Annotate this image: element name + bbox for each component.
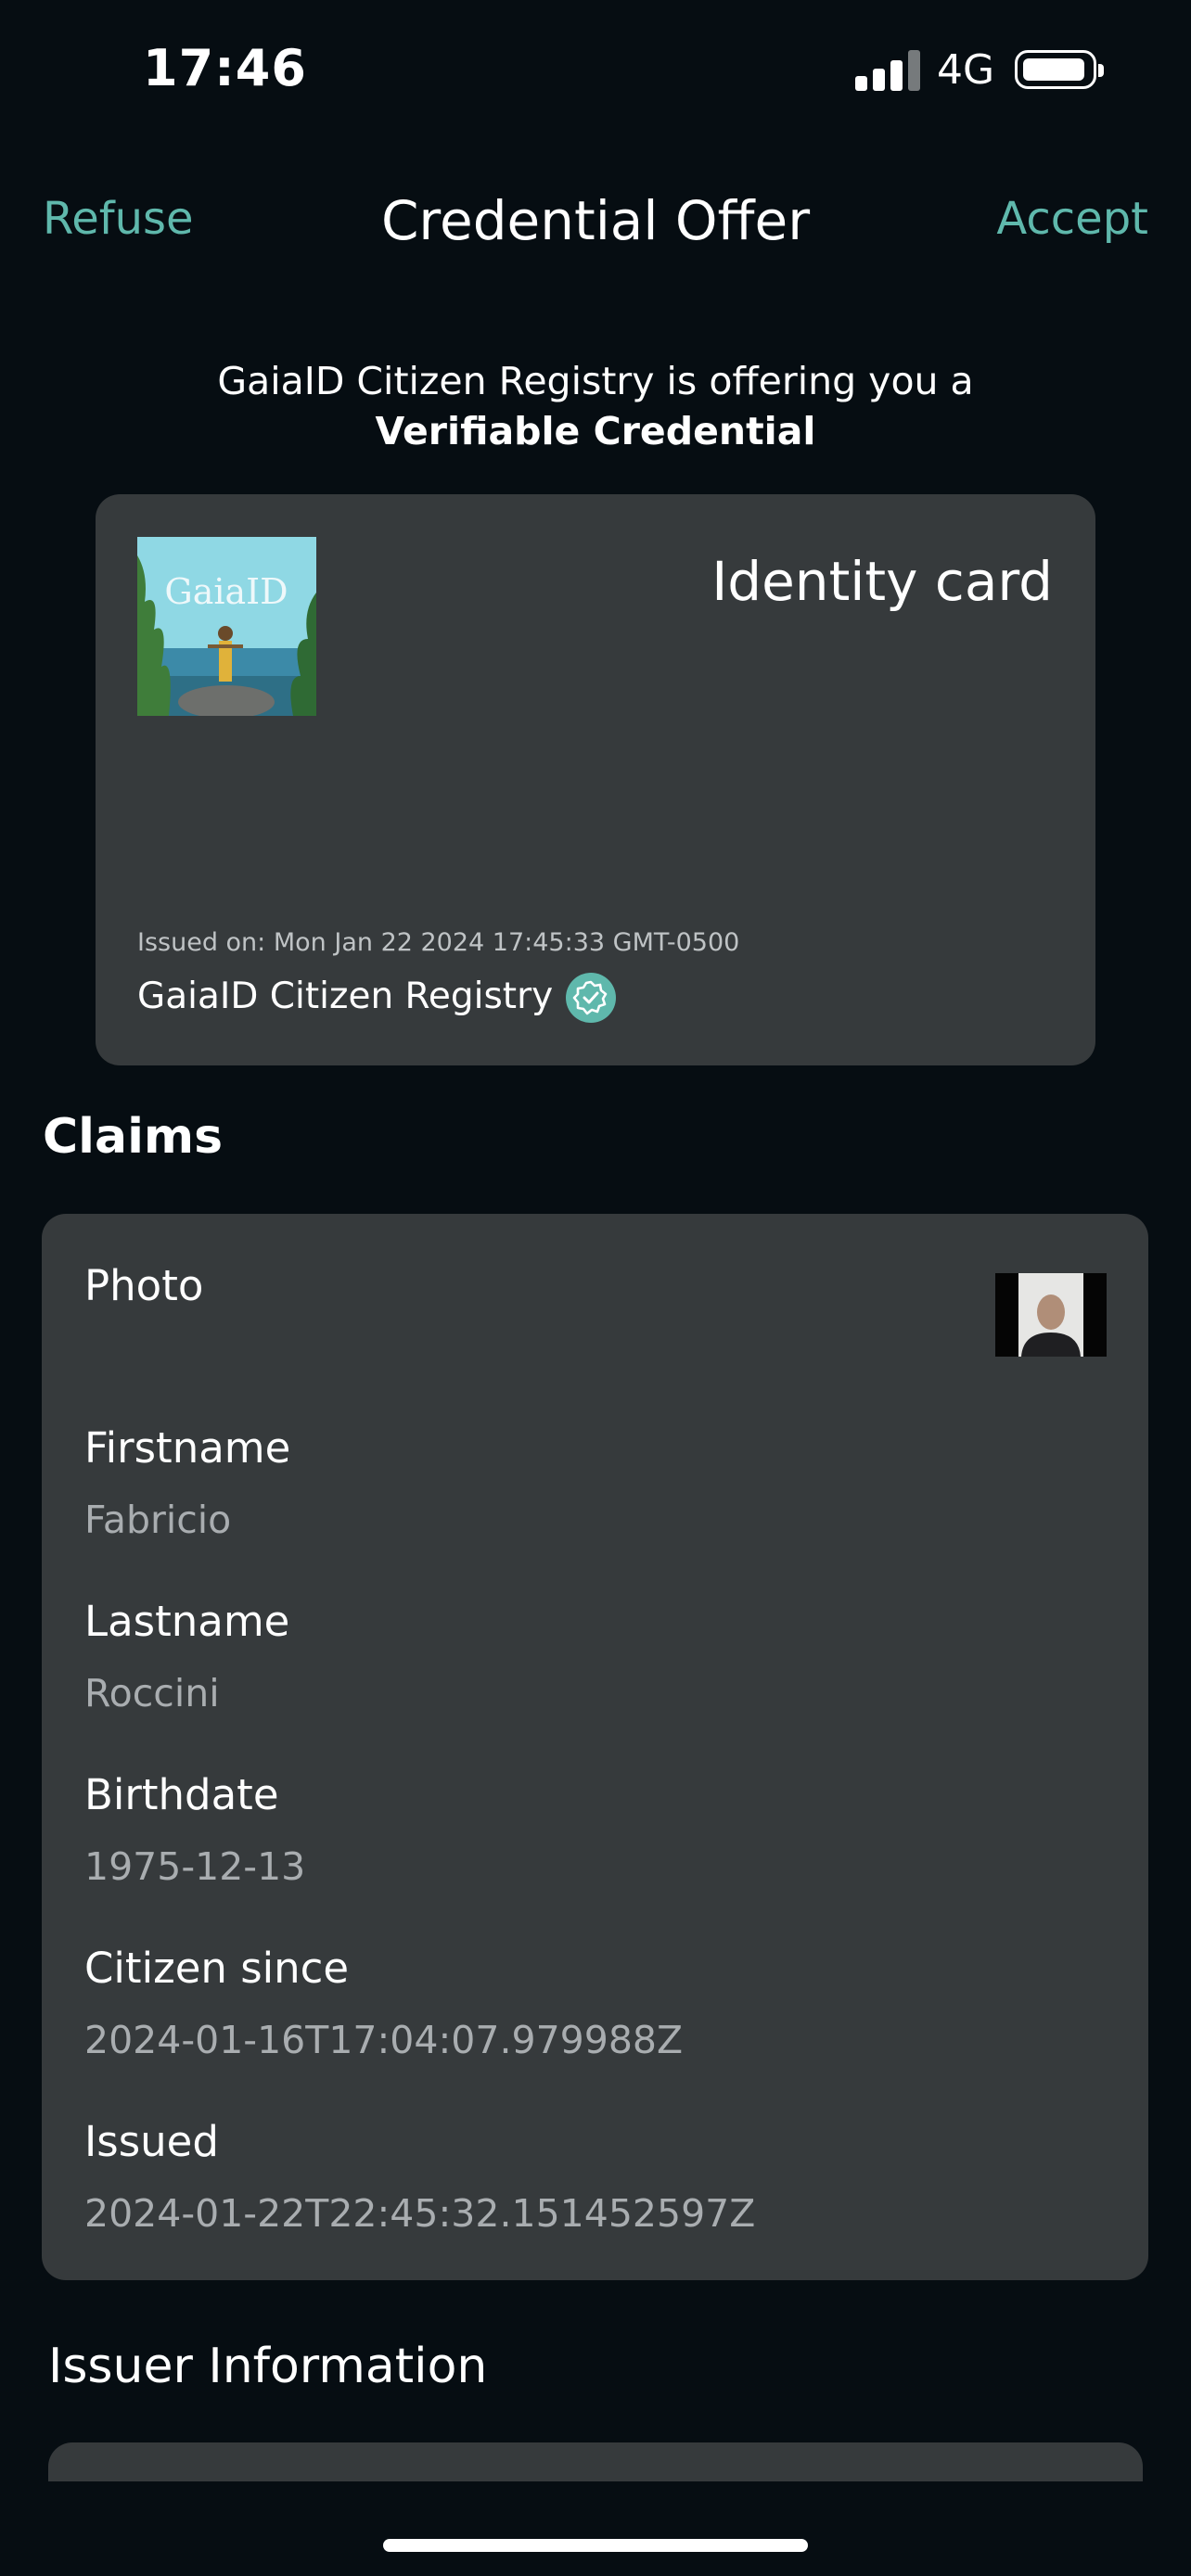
claim-value: 1975-12-13 (84, 1844, 306, 1889)
offer-line: GaiaID Citizen Registry is offering you … (217, 359, 974, 403)
network-type: 4G (937, 46, 995, 94)
claim-value: 2024-01-16T17:04:07.979988Z (84, 2018, 684, 2062)
claim-value: Roccini (84, 1671, 220, 1715)
credential-title: Identity card (711, 550, 1053, 613)
issuer-name: GaiaID Citizen Registry (137, 976, 554, 1017)
bottom-safe-area (0, 2481, 1191, 2576)
claim-value: Fabricio (84, 1498, 232, 1542)
claims-heading: Claims (43, 1109, 224, 1165)
claim-label-photo: Photo (84, 1261, 204, 1310)
issued-on-date: Issued on: Mon Jan 22 2024 17:45:33 GMT-… (137, 928, 740, 957)
signal-icon (855, 48, 920, 91)
issuer-information-heading: Issuer Information (48, 2339, 488, 2394)
claim-photo[interactable] (995, 1273, 1107, 1357)
offer-message: GaiaID Citizen Registry is offering you … (0, 356, 1191, 456)
credential-card[interactable]: GaiaID Identity card Issued on: Mon Jan … (96, 494, 1095, 1065)
claim-value: 2024-01-22T22:45:32.151452597Z (84, 2191, 756, 2236)
verified-badge-icon (566, 973, 616, 1023)
claim-label: Lastname (84, 1597, 290, 1646)
claim-label: Birthdate (84, 1770, 279, 1819)
home-indicator[interactable] (383, 2539, 808, 2552)
status-time: 17:46 (143, 39, 307, 97)
accept-button[interactable]: Accept (996, 193, 1148, 245)
claim-label: Citizen since (84, 1944, 350, 1993)
claims-card: Photo Firstname Fabricio Lastname Roccin… (42, 1214, 1148, 2280)
claim-label: Firstname (84, 1423, 291, 1473)
offer-credential-type: Verifiable Credential (375, 409, 816, 453)
logo-text: GaiaID (164, 571, 288, 612)
issuer-logo: GaiaID (137, 537, 316, 716)
battery-icon (1015, 50, 1104, 89)
claim-label: Issued (84, 2117, 219, 2166)
